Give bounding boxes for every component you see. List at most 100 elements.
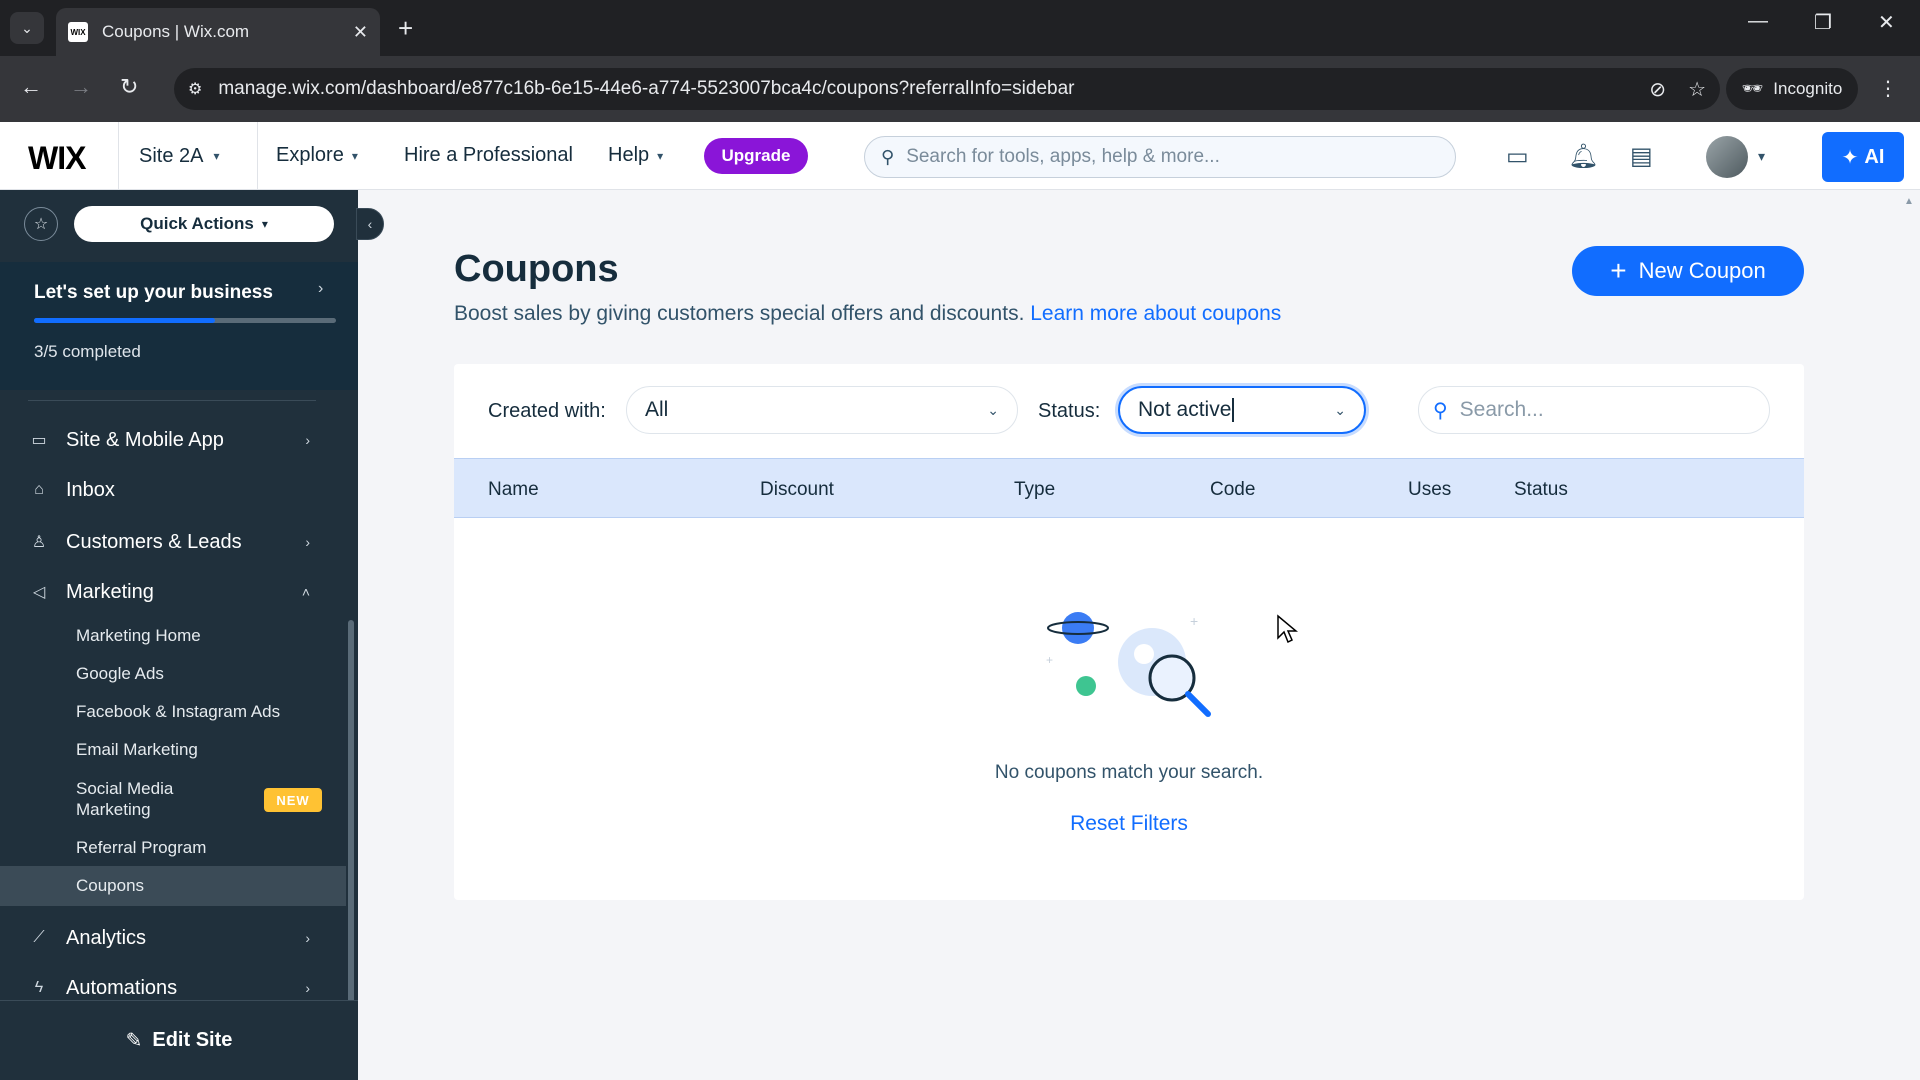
empty-state-message: No coupons match your search.	[994, 762, 1264, 783]
new-tab-button[interactable]: +	[398, 12, 413, 44]
setup-count: 3/5 completed	[34, 342, 141, 361]
ai-label: AI	[1864, 145, 1885, 168]
wix-logo[interactable]: WIX	[28, 140, 86, 177]
ai-assistant-button[interactable]: ✦ AI	[1822, 132, 1904, 182]
site-selector[interactable]: Site 2A ▾	[118, 122, 258, 190]
chat-icon[interactable]: ▭	[1506, 142, 1529, 171]
created-with-label: Created with:	[488, 400, 606, 422]
column-header-uses[interactable]: Uses	[1408, 479, 1451, 501]
tab-search-button[interactable]: ⌄	[10, 12, 44, 44]
reload-button[interactable]: ↻	[120, 74, 138, 100]
svg-text:+: +	[1046, 653, 1053, 667]
sidebar-item-label: Marketing	[66, 580, 154, 603]
wix-favicon-icon: WIX	[68, 22, 88, 42]
setup-title: Let's set up your business	[34, 282, 273, 303]
incognito-icon: 🕶	[1741, 79, 1764, 98]
sidebar-item-marketing[interactable]: ◁ Marketing ˄	[0, 570, 340, 614]
created-with-select[interactable]: All ⌄	[626, 386, 1018, 434]
explore-menu[interactable]: Explore ▾	[276, 144, 358, 167]
setup-progress-bar	[34, 318, 336, 323]
sidebar-subitem-coupons[interactable]: Coupons	[76, 876, 144, 896]
edit-site-label: Edit Site	[152, 1029, 233, 1051]
coupon-search-input[interactable]	[1459, 398, 1740, 422]
new-coupon-label: New Coupon	[1638, 258, 1766, 283]
column-header-name[interactable]: Name	[488, 479, 539, 501]
sidebar-subitem-facebook-instagram-ads[interactable]: Facebook & Instagram Ads	[76, 702, 280, 722]
incognito-label: Incognito	[1773, 79, 1843, 98]
tab-close-icon[interactable]: ✕	[353, 22, 368, 43]
setup-progress-fill	[34, 318, 216, 323]
sidebar-item-inbox[interactable]: ⌂ Inbox	[0, 468, 340, 512]
page-title: Coupons	[454, 248, 619, 290]
table-header: Name Discount Type Code Uses Status	[454, 458, 1804, 518]
status-select[interactable]: Not active ⌄	[1118, 386, 1366, 434]
subtitle-text: Boost sales by giving customers special …	[454, 302, 1025, 325]
browser-tab[interactable]: WIX Coupons | Wix.com ✕	[56, 8, 380, 56]
edit-site-button[interactable]: ✎ Edit Site	[0, 1000, 358, 1080]
explore-label: Explore	[276, 144, 344, 166]
column-header-discount[interactable]: Discount	[760, 479, 834, 501]
bell-icon[interactable]: 🔔︎	[1568, 142, 1598, 171]
main-scrollbar[interactable]	[1900, 190, 1920, 1080]
sidebar-subitem-google-ads[interactable]: Google Ads	[76, 664, 164, 684]
column-header-code[interactable]: Code	[1210, 479, 1255, 501]
address-bar[interactable]: ⚙ manage.wix.com/dashboard/e877c16b-6e15…	[174, 68, 1720, 110]
chart-icon: ⟋	[33, 929, 45, 946]
chevron-down-icon[interactable]: ▾	[1758, 148, 1765, 165]
site-info-icon[interactable]: ⚙	[188, 79, 202, 99]
scroll-up-icon[interactable]: ▲	[1904, 196, 1914, 207]
sidebar-subitem-social-media-marketing[interactable]: Social Media Marketing	[76, 778, 236, 820]
sidebar-subitem-referral-program[interactable]: Referral Program	[76, 838, 206, 858]
people-icon: ♙	[31, 534, 47, 551]
mouse-cursor-icon	[1277, 614, 1298, 644]
avatar[interactable]	[1706, 136, 1748, 178]
chevron-up-icon: ˄	[301, 584, 310, 600]
chevron-down-icon: ⌄	[1334, 401, 1346, 418]
collapse-sidebar-button[interactable]: ‹	[356, 208, 384, 240]
news-icon[interactable]: ▤	[1630, 142, 1653, 171]
sidebar-item-analytics[interactable]: ⟋ Analytics ›	[0, 916, 340, 960]
bookmark-star-icon[interactable]: ☆	[1688, 77, 1706, 102]
learn-more-link[interactable]: Learn more about coupons	[1030, 302, 1281, 325]
wix-top-bar: WIX Site 2A ▾ Explore ▾ Hire a Professio…	[0, 122, 1920, 190]
sidebar-item-site-mobile-app[interactable]: ▭ Site & Mobile App ›	[0, 418, 340, 462]
coupon-search[interactable]: ⚲	[1418, 386, 1770, 434]
sidebar-subitem-email-marketing[interactable]: Email Marketing	[76, 740, 198, 760]
global-search[interactable]: ⚲	[864, 136, 1456, 178]
megaphone-icon: ◁	[32, 584, 46, 601]
hire-professional-link[interactable]: Hire a Professional	[404, 144, 573, 167]
favorites-star-icon[interactable]: ☆	[24, 207, 58, 241]
browser-menu-icon[interactable]: ⋮	[1878, 76, 1898, 101]
svg-text:+: +	[1190, 613, 1198, 629]
quick-actions-button[interactable]: Quick Actions ▾	[74, 206, 334, 242]
setup-checklist[interactable]: Let's set up your business › 3/5 complet…	[0, 262, 358, 390]
chevron-right-icon: ›	[305, 980, 310, 996]
chevron-right-icon: ›	[318, 280, 324, 297]
reset-filters-link[interactable]: Reset Filters	[454, 812, 1804, 836]
close-window-button[interactable]: ✕	[1878, 10, 1895, 35]
incognito-indicator[interactable]: 🕶 Incognito	[1726, 68, 1858, 110]
restore-button[interactable]: ❐	[1814, 10, 1832, 35]
forward-button[interactable]: →	[70, 74, 92, 100]
status-value: Not active	[1138, 398, 1232, 421]
help-menu[interactable]: Help ▾	[608, 144, 663, 167]
browser-tab-bar: ⌄ WIX Coupons | Wix.com ✕ + — ❐ ✕	[0, 0, 1920, 56]
global-search-input[interactable]	[906, 146, 1427, 168]
search-icon: ⚲	[881, 146, 895, 167]
sidebar-item-label: Customers & Leads	[66, 530, 242, 553]
eye-off-icon[interactable]: ⊘	[1649, 77, 1666, 102]
sidebar-item-label: Analytics	[66, 926, 147, 949]
sidebar-item-customers-leads[interactable]: ♙ Customers & Leads ›	[0, 520, 340, 564]
upgrade-button[interactable]: Upgrade	[704, 138, 808, 174]
column-header-type[interactable]: Type	[1014, 479, 1055, 501]
new-coupon-button[interactable]: + New Coupon	[1572, 246, 1804, 296]
minimize-button[interactable]: —	[1748, 10, 1768, 33]
inbox-icon: ⌂	[34, 481, 44, 498]
url-text[interactable]: manage.wix.com/dashboard/e877c16b-6e15-4…	[218, 78, 1627, 100]
created-with-value: All	[645, 398, 669, 421]
back-button[interactable]: ←	[20, 74, 42, 100]
sidebar-subitem-marketing-home[interactable]: Marketing Home	[76, 626, 201, 646]
sidebar-divider	[28, 400, 316, 401]
column-header-status[interactable]: Status	[1514, 479, 1568, 501]
coupons-table-card: Created with: All ⌄ Status: Not active ⌄…	[454, 364, 1804, 900]
